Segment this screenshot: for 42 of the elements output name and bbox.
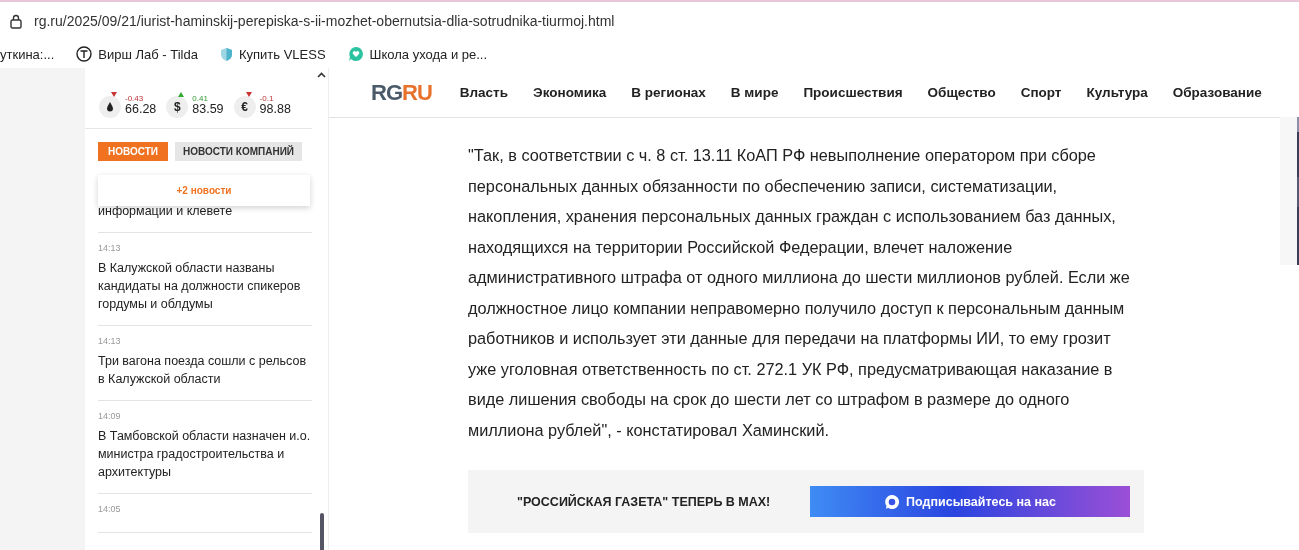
nav-link[interactable]: Культура (1086, 85, 1148, 100)
currency-icon: € (233, 96, 256, 118)
news-time: 14:13 (98, 243, 122, 253)
bookmark-link[interactable]: Школа ухода и ре... (369, 46, 488, 62)
nav-link[interactable]: Спорт (1020, 85, 1062, 100)
scroll-up-icon[interactable] (317, 72, 326, 78)
article-paragraph: "Так, в соответствии с ч. 8 ст. 13.11 КоАП РФ невыполнение оператором при сборе персональных данных обязанности по обеспечению записи, систематизации, накопления, хранения персональных данных граждан с использованием баз данных, находящихся на территории Российской Федерации, влечет наложение административного штрафа от одного миллиона до шести миллионов рублей. Если же должностное лицо компании неправомерно получило доступ к персональным данным работников и использует эти данные для передачи на платформы ИИ, то ему грозит уже уголовная ответственность по ст. 272.1 УК РФ, предусматривающая наказание в виде лишения свободы на срок до шести лет со штрафом в размере до одного миллиона рублей", - констатировал Хаминский. (468, 145, 1130, 441)
news-tab[interactable]: НОВОСТИ КОМПАНИЙ (175, 142, 303, 161)
news-headline[interactable]: В Тамбовской области назначен и.о. министра градостроительства и архитектуры (98, 427, 312, 481)
nav-link[interactable]: Образование (1172, 85, 1262, 100)
nav-link[interactable]: Общество (927, 85, 996, 100)
shield-icon (219, 46, 233, 62)
bookmark-link[interactable]: Вирш Лаб - Tilda (98, 46, 198, 62)
chat-bubble-icon (884, 493, 901, 510)
rate-value: 98.88 (259, 102, 291, 116)
heart-chat-icon (347, 46, 364, 62)
currency-icon: $ (166, 96, 189, 118)
rate-change: 0.41 (192, 94, 209, 103)
subscribe-button[interactable]: Подписывайтесь на нас (810, 486, 1130, 517)
nav-link[interactable]: Экономика (533, 85, 607, 100)
rate-change: -0.43 (125, 94, 145, 103)
bookmark-link[interactable]: уткина:... (0, 46, 55, 62)
news-headline[interactable]: Три вагона поезда сошли с рельсов в Калужской области (98, 352, 312, 388)
nav-link[interactable]: Власть (459, 85, 509, 100)
banner-text: "РОССИЙСКАЯ ГАЗЕТА" ТЕПЕРЬ В MAX! (517, 494, 772, 509)
nav-link[interactable]: В мире (730, 85, 779, 100)
bookmark-link[interactable]: Купить VLESS (238, 46, 326, 62)
news-time: 14:05 (98, 504, 122, 514)
scrollbar-thumb[interactable] (320, 513, 324, 550)
nav-link[interactable]: Происшествия (803, 85, 903, 100)
lock-icon[interactable] (10, 13, 22, 29)
oil-drop-icon (99, 96, 121, 118)
news-headline[interactable]: В Калужской области названы кандидаты на должности спикеров гордумы и облдумы (98, 259, 312, 313)
site-logo[interactable]: RGRU (371, 79, 432, 106)
address-url[interactable]: rg.ru/2025/09/21/iurist-haminskij-perepiska-s-ii-mozhet-obernutsia-dlia-sotrudnika-tiurmoj.html (34, 13, 615, 29)
nav-link[interactable]: В регионах (631, 85, 706, 100)
rate-value: 66.28 (125, 102, 157, 116)
rate-value: 83.59 (192, 102, 224, 116)
rate-change: -0.1 (259, 94, 275, 103)
tilda-icon (76, 46, 93, 62)
news-time: 14:09 (98, 411, 122, 421)
news-time: 14:13 (98, 336, 122, 346)
